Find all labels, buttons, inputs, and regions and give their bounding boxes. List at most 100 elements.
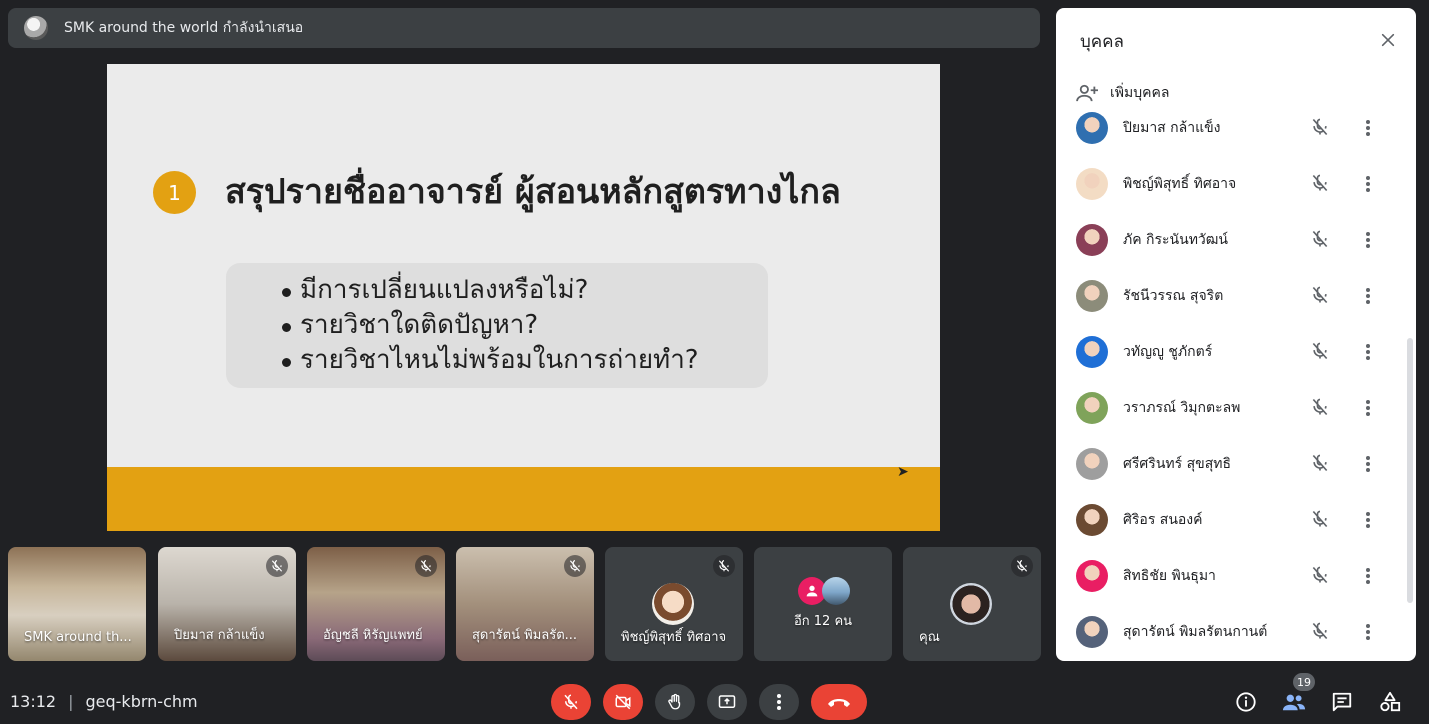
current-time: 13:12 [10, 692, 57, 711]
hand-icon [668, 693, 681, 710]
leave-call-button[interactable] [811, 684, 867, 720]
mic-off-icon [564, 694, 578, 710]
participant-avatar [1076, 448, 1108, 480]
slide-footer-band [107, 467, 940, 531]
participant-more-options-button[interactable] [1358, 117, 1378, 139]
participant-name: สิทธิชัย พินธุมา [1123, 568, 1216, 584]
participant-avatar [822, 577, 850, 605]
participant-tile-name: คุณ [919, 630, 940, 645]
participant-name: สุดารัตน์ พิมลรัตนกานต์ [1123, 624, 1268, 640]
mic-off-icon [266, 555, 288, 577]
mic-toggle-button[interactable] [551, 684, 591, 720]
chat-button[interactable] [1328, 688, 1356, 716]
people-list-item[interactable]: วทัญญู ชูภักตร์ [1056, 324, 1416, 380]
slide-bullet: มีการเปลี่ยนแปลงหรือไม่? [226, 273, 768, 308]
meeting-info: 13:12 | geq-kbrn-chm [10, 692, 198, 711]
people-list-item[interactable]: ศิริอร สนองค์ [1056, 492, 1416, 548]
meeting-details-button[interactable] [1232, 688, 1260, 716]
participant-name: วทัญญู ชูภักตร์ [1123, 344, 1213, 360]
people-list-item[interactable]: รัชนีวรรณ สุจริต [1056, 268, 1416, 324]
participant-name: รัชนีวรรณ สุจริต [1123, 288, 1224, 304]
mic-off-icon [415, 555, 437, 577]
slide-bullet: รายวิชาใดติดปัญหา? [226, 308, 768, 343]
participant-more-options-button[interactable] [1358, 509, 1378, 531]
participant-name: ปิยมาส กล้าแข็ง [1123, 120, 1221, 136]
participant-more-options-button[interactable] [1358, 565, 1378, 587]
people-list-item[interactable]: ปิยมาส กล้าแข็ง [1056, 100, 1416, 156]
presenter-text: SMK around the world กำลังนำเสนอ [64, 20, 304, 36]
participant-name: ภัค กิระนันทวัฒน์ [1123, 232, 1229, 248]
mic-off-icon [713, 555, 735, 577]
slide-heading: สรุปรายชื่ออาจารย์ ผู้สอนหลักสูตรทางไกล [225, 172, 841, 212]
mic-off-icon[interactable] [1310, 229, 1332, 251]
participant-avatar [1076, 616, 1108, 648]
participant-tile[interactable]: สุดารัตน์ พิมลรัต... [456, 547, 594, 661]
more-participants-tile[interactable]: อีก 12 คน [754, 547, 892, 661]
activities-shapes-icon [1380, 691, 1401, 712]
participant-more-options-button[interactable] [1358, 341, 1378, 363]
close-panel-button[interactable] [1370, 28, 1406, 52]
participant-avatar [950, 583, 992, 625]
participant-more-options-button[interactable] [1358, 621, 1378, 643]
mic-off-icon[interactable] [1310, 453, 1332, 475]
participant-name: ศิริอร สนองค์ [1123, 512, 1203, 528]
more-participants-label: อีก 12 คน [793, 614, 853, 629]
participant-tile[interactable]: SMK around th... [8, 547, 146, 661]
mic-off-icon[interactable] [1310, 509, 1332, 531]
activities-button[interactable] [1376, 688, 1404, 716]
people-list-item[interactable]: ศรีศรินทร์ สุขสุทธิ [1056, 436, 1416, 492]
participant-avatar [1076, 336, 1108, 368]
presenter-bar: SMK around the world กำลังนำเสนอ [8, 8, 1040, 48]
mic-off-icon[interactable] [1310, 565, 1332, 587]
participant-avatar [652, 583, 694, 625]
participant-tile[interactable]: อัญชลี หิรัญแพทย์ [307, 547, 445, 661]
more-vert-icon [777, 694, 781, 710]
participant-tile-name: สุดารัตน์ พิมลรัต... [472, 628, 578, 643]
mouse-cursor-icon: ➤ [897, 464, 909, 480]
mic-off-icon[interactable] [1310, 621, 1332, 643]
participant-avatar [1076, 504, 1108, 536]
participant-more-options-button[interactable] [1358, 173, 1378, 195]
bottom-bar: 13:12 | geq-kbrn-chm 19 [0, 673, 1429, 724]
participant-tile[interactable]: พิชญ์พิสุทธิ์ ทิศอาจ [605, 547, 743, 661]
present-now-button[interactable] [707, 684, 747, 720]
presentation-slide: 1 สรุปรายชื่ออาจารย์ ผู้สอนหลักสูตรทางไก… [107, 64, 940, 531]
participant-avatar [1076, 224, 1108, 256]
present-screen-icon [718, 695, 736, 708]
people-panel-title: บุคคล [1080, 32, 1124, 52]
mic-off-icon[interactable] [1310, 117, 1332, 139]
close-icon [1381, 33, 1395, 47]
people-list-item[interactable]: ภัค กิระนันทวัฒน์ [1056, 212, 1416, 268]
slide-bullet: รายวิชาไหนไม่พร้อมในการถ่ายทำ? [226, 343, 768, 378]
self-tile[interactable]: คุณ [903, 547, 1041, 661]
show-everyone-button[interactable] [1280, 688, 1308, 716]
mic-off-icon [1011, 555, 1033, 577]
camera-toggle-button[interactable] [603, 684, 643, 720]
participant-avatar [1076, 392, 1108, 424]
mic-off-icon[interactable] [1310, 173, 1332, 195]
more-options-button[interactable] [759, 684, 799, 720]
participant-tile-name: พิชญ์พิสุทธิ์ ทิศอาจ [621, 630, 727, 645]
mic-off-icon[interactable] [1310, 397, 1332, 419]
participant-more-options-button[interactable] [1358, 453, 1378, 475]
chat-icon [1332, 692, 1352, 712]
participant-more-options-button[interactable] [1358, 397, 1378, 419]
people-list-scrollbar[interactable] [1407, 338, 1413, 603]
call-end-icon [828, 699, 850, 707]
participant-avatar [1076, 168, 1108, 200]
people-list-item[interactable]: สุดารัตน์ พิมลรัตนกานต์ [1056, 604, 1416, 660]
participant-more-options-button[interactable] [1358, 229, 1378, 251]
mic-off-icon [564, 555, 586, 577]
participant-tile[interactable]: ปิยมาส กล้าแข็ง [158, 547, 296, 661]
participant-tile-name: ปิยมาส กล้าแข็ง [174, 628, 265, 643]
people-list-item[interactable]: วราภรณ์ วิมุกตะลพ [1056, 380, 1416, 436]
meeting-code: geq-kbrn-chm [85, 692, 198, 711]
participant-tile-name: อัญชลี หิรัญแพทย์ [323, 628, 423, 643]
people-list-item[interactable]: สิทธิชัย พินธุมา [1056, 548, 1416, 604]
mic-off-icon[interactable] [1310, 341, 1332, 363]
camera-off-icon [615, 694, 631, 710]
participant-more-options-button[interactable] [1358, 285, 1378, 307]
mic-off-icon[interactable] [1310, 285, 1332, 307]
raise-hand-button[interactable] [655, 684, 695, 720]
people-list-item[interactable]: พิชญ์พิสุทธิ์ ทิศอาจ [1056, 156, 1416, 212]
